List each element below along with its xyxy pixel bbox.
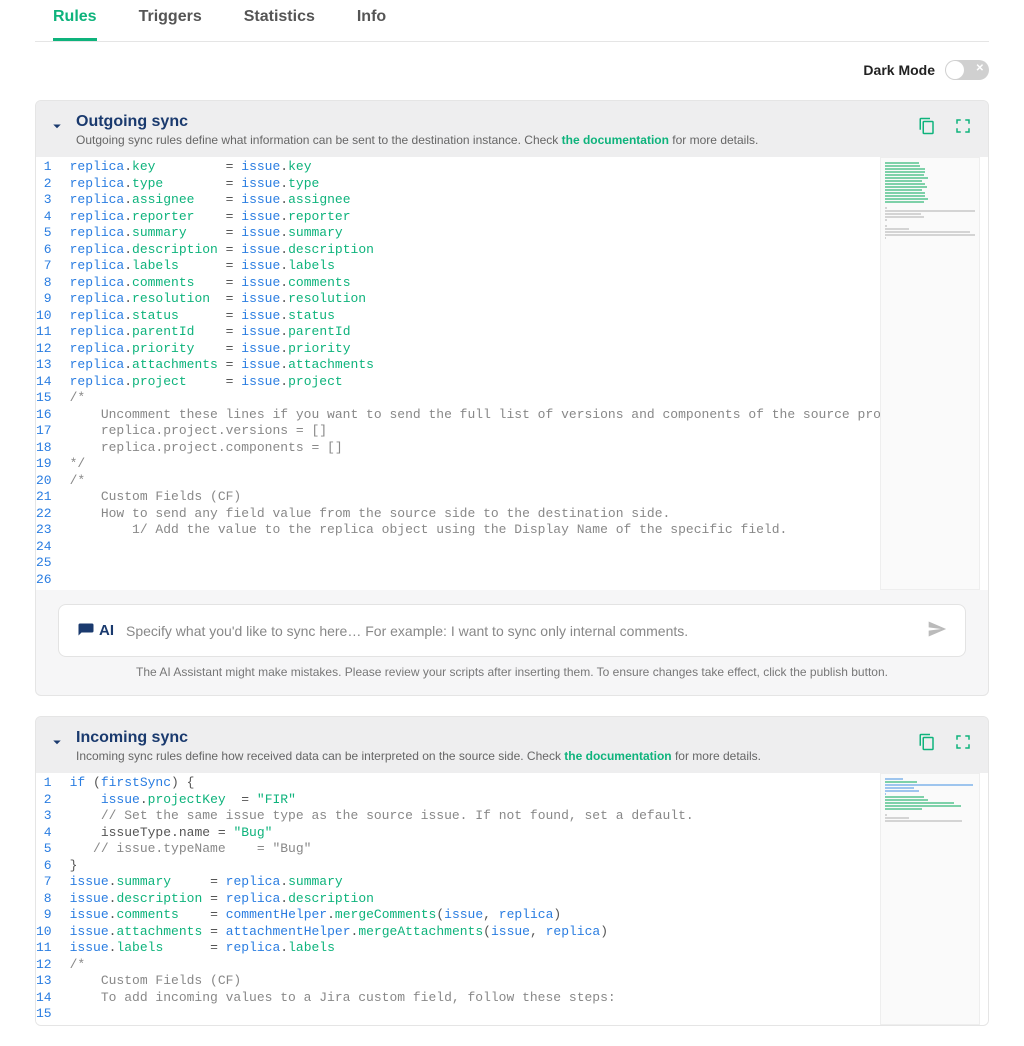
darkmode-toggle[interactable]: ✕ [945,60,989,80]
ai-prompt-row: AI Specify what you'd like to sync here…… [58,604,966,657]
ai-badge: AI [77,622,114,640]
incoming-panel: Incoming sync Incoming sync rules define… [35,716,989,1026]
ai-note: The AI Assistant might make mistakes. Pl… [58,665,966,679]
outgoing-docs-link[interactable]: the documentation [562,133,669,147]
tab-rules[interactable]: Rules [53,0,97,41]
toggle-off-icon: ✕ [976,63,984,74]
tabs: Rules Triggers Statistics Info [35,0,989,42]
fullscreen-icon[interactable] [954,733,972,754]
incoming-title: Incoming sync [76,729,918,747]
outgoing-code-editor[interactable]: 1234567891011121314151617181920212223242… [36,157,988,590]
outgoing-panel: Outgoing sync Outgoing sync rules define… [35,100,989,696]
toggle-knob-icon [946,61,964,79]
tab-statistics[interactable]: Statistics [244,0,315,41]
copy-icon[interactable] [918,733,936,754]
incoming-description: Incoming sync rules define how received … [76,749,918,763]
collapse-outgoing-icon[interactable] [48,117,66,138]
outgoing-title: Outgoing sync [76,113,918,131]
minimap[interactable] [880,773,980,1025]
incoming-docs-link[interactable]: the documentation [564,749,671,763]
minimap[interactable] [880,157,980,590]
incoming-code-editor[interactable]: 123456789101112131415 if (firstSync) { i… [36,773,988,1025]
outgoing-description: Outgoing sync rules define what informat… [76,133,918,147]
fullscreen-icon[interactable] [954,117,972,138]
darkmode-label: Dark Mode [863,62,935,78]
tab-triggers[interactable]: Triggers [139,0,202,41]
tab-info[interactable]: Info [357,0,386,41]
copy-icon[interactable] [918,117,936,138]
ai-prompt-input[interactable]: Specify what you'd like to sync here… Fo… [126,623,915,639]
collapse-incoming-icon[interactable] [48,733,66,754]
send-icon[interactable] [927,619,947,642]
